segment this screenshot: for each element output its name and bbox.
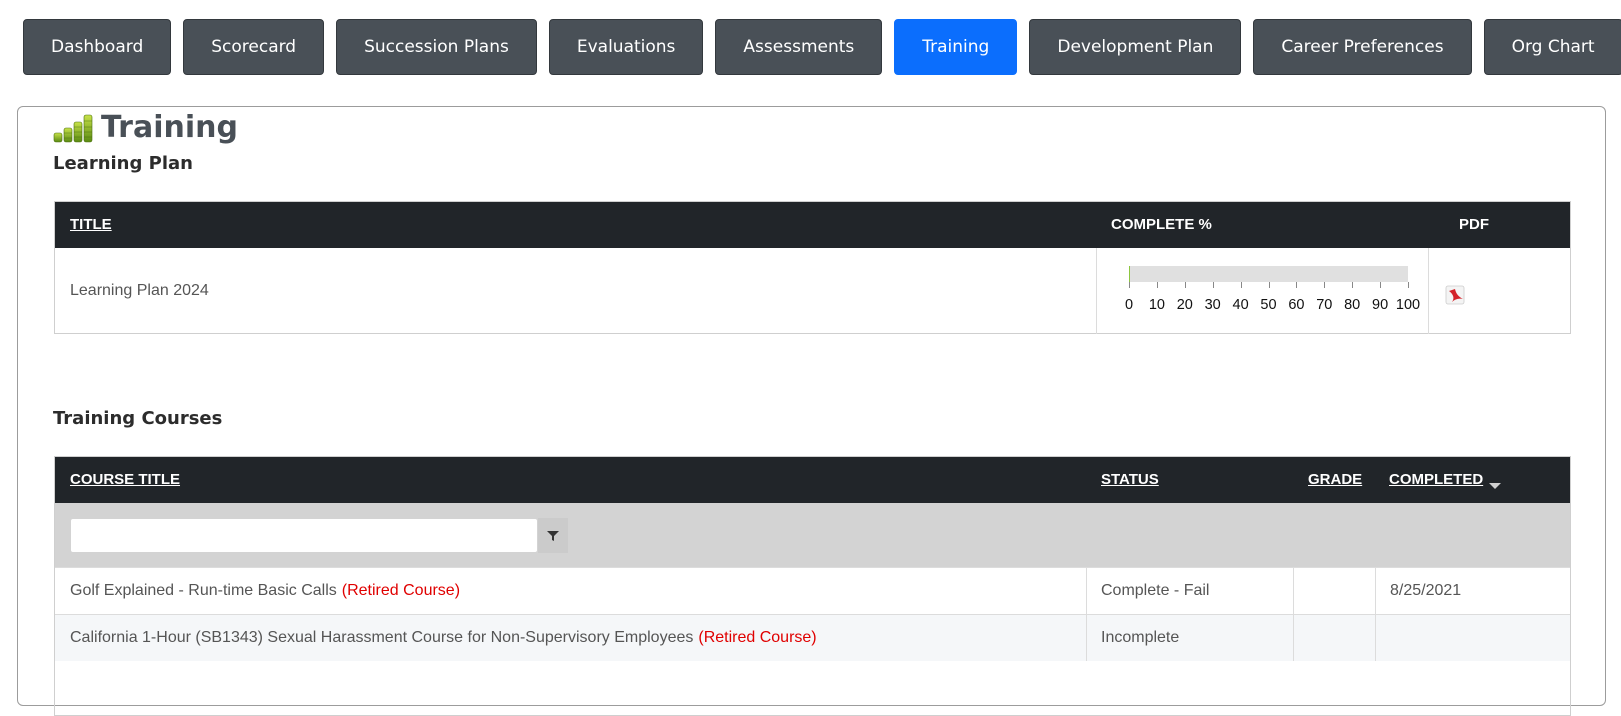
course-title-filter-input[interactable] [70, 518, 538, 553]
col-grade[interactable]: GRADE [1308, 471, 1362, 488]
scale-tick [1212, 282, 1214, 288]
scale-tick [1156, 282, 1158, 288]
divider [1428, 248, 1429, 334]
training-courses-header: COURSE TITLE STATUS GRADE COMPLETED [55, 457, 1570, 503]
course-status: Incomplete [1101, 629, 1180, 646]
scale-tick-label: 70 [1316, 297, 1333, 313]
scale-tick-label: 40 [1232, 297, 1249, 313]
tab-career-preferences[interactable]: Career Preferences [1253, 19, 1472, 75]
col-course-title[interactable]: COURSE TITLE [70, 471, 180, 488]
col-completed[interactable]: COMPLETED [1389, 471, 1483, 488]
learning-plan-table: TITLE COMPLETE % PDF Learning Plan 2024 … [54, 201, 1571, 334]
progress-fill [1129, 266, 1131, 282]
tab-development-plan[interactable]: Development Plan [1029, 19, 1242, 75]
scale-tick [1296, 282, 1298, 288]
col-status[interactable]: STATUS [1101, 471, 1159, 488]
tab-assessments[interactable]: Assessments [715, 19, 883, 75]
scale-tick-label: 90 [1372, 297, 1389, 313]
col-title[interactable]: TITLE [70, 216, 112, 233]
tab-scorecard[interactable]: Scorecard [183, 19, 325, 75]
scale-tick-label: 30 [1204, 297, 1221, 313]
training-panel: Training Learning Plan TITLE COMPLETE % … [17, 106, 1606, 716]
scale-tick [1268, 282, 1270, 288]
divider [1293, 568, 1294, 614]
main-tabs: Dashboard Scorecard Succession Plans Eva… [23, 19, 1621, 75]
col-pdf: PDF [1459, 216, 1489, 233]
col-complete: COMPLETE % [1111, 216, 1212, 233]
divider [1375, 568, 1376, 614]
tab-evaluations[interactable]: Evaluations [548, 19, 704, 75]
scale-tick-label: 80 [1344, 297, 1361, 313]
retired-course-tag: (Retired Course) [341, 582, 461, 599]
divider [1293, 615, 1294, 661]
scale-tick [1240, 282, 1242, 288]
divider [1086, 615, 1087, 661]
scale-tick-label: 0 [1124, 297, 1134, 313]
tab-dashboard[interactable]: Dashboard [23, 19, 172, 75]
pdf-icon[interactable] [1443, 282, 1469, 308]
retired-course-tag: (Retired Course) [698, 629, 817, 646]
table-row: Golf Explained - Run-time Basic Calls (R… [55, 567, 1570, 614]
scale-tick [1352, 282, 1354, 288]
scale-tick [1184, 282, 1186, 288]
course-completed-date: 8/25/2021 [1390, 582, 1462, 599]
learning-plan-title: Learning Plan 2024 [70, 282, 209, 299]
learning-plan-header: TITLE COMPLETE % PDF [55, 202, 1570, 248]
progress-bar [1129, 266, 1408, 282]
scale-tick-label: 60 [1288, 297, 1305, 313]
table-row: Learning Plan 2024 0 10 20 30 40 50 60 70 80 90 10… [55, 248, 1570, 334]
scale-tick [1380, 282, 1382, 288]
training-courses-heading: Training Courses [53, 408, 223, 429]
filter-row [55, 503, 1570, 567]
progress-scale [1129, 282, 1409, 290]
tab-succession-plans[interactable]: Succession Plans [336, 19, 537, 75]
scale-tick-label: 50 [1260, 297, 1277, 313]
course-title[interactable]: Golf Explained - Run-time Basic Calls (R… [70, 568, 460, 614]
sort-desc-icon[interactable] [1489, 477, 1501, 494]
page-title: Training [53, 110, 238, 145]
course-title[interactable]: California 1-Hour (SB1343) Sexual Harass… [70, 615, 817, 661]
learning-plan-heading: Learning Plan [53, 153, 193, 174]
tab-org-chart[interactable]: Org Chart [1483, 19, 1621, 75]
divider [1375, 615, 1376, 661]
tab-training[interactable]: Training [894, 19, 1018, 75]
scale-tick-label: 100 [1395, 297, 1421, 313]
table-row: California 1-Hour (SB1343) Sexual Harass… [55, 614, 1570, 661]
scale-tick [1408, 282, 1409, 288]
training-courses-table: COURSE TITLE STATUS GRADE COMPLETED Golf… [54, 456, 1571, 716]
progress-cell: 0 10 20 30 40 50 60 70 80 90 100 [1096, 248, 1428, 334]
divider [1086, 568, 1087, 614]
stacked-coins-icon [53, 113, 93, 143]
scale-tick [1129, 282, 1130, 288]
filter-icon[interactable] [538, 518, 568, 553]
scale-tick-label: 20 [1176, 297, 1193, 313]
scale-tick [1324, 282, 1326, 288]
scale-tick-label: 10 [1148, 297, 1165, 313]
page-title-text: Training [101, 110, 238, 145]
course-status: Complete - Fail [1101, 582, 1210, 599]
